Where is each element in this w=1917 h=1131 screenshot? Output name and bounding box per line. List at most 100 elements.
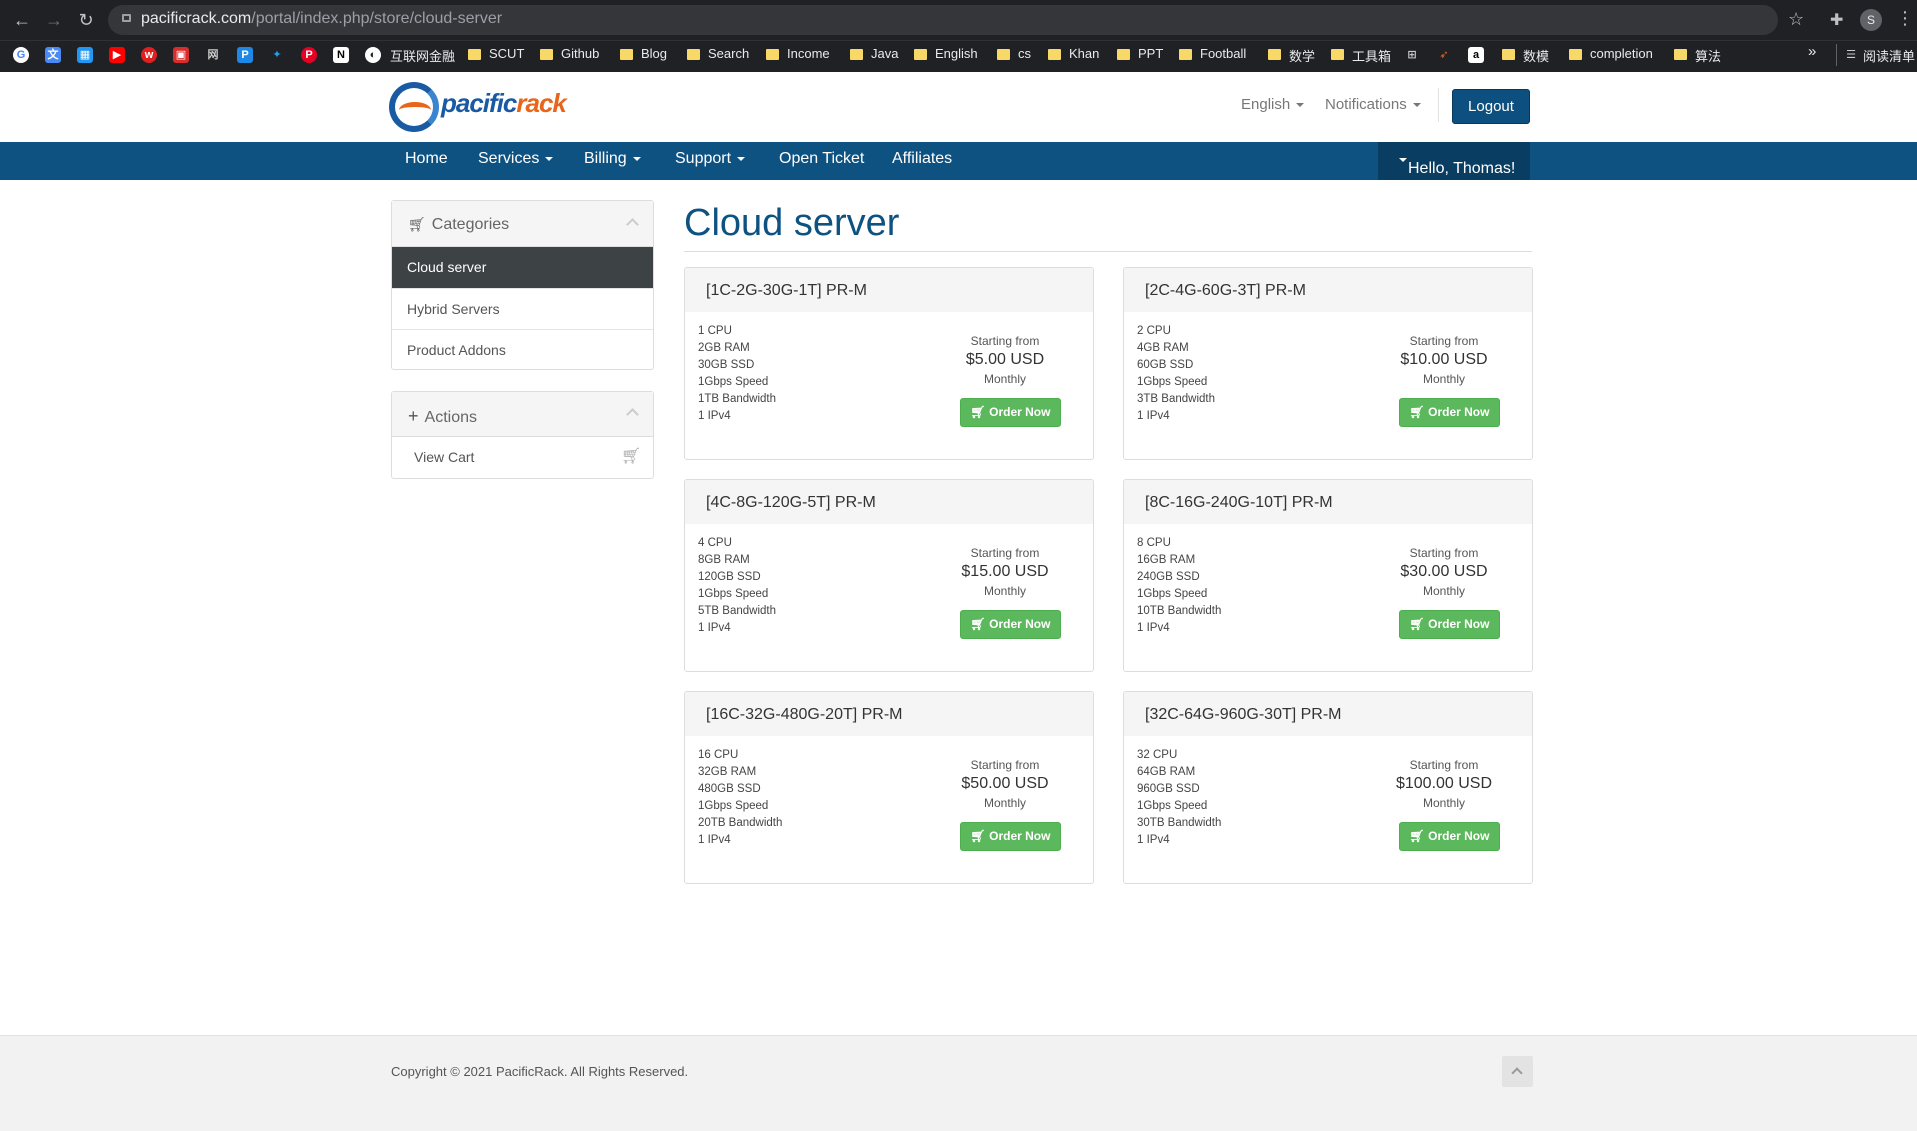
bookmark-item[interactable]: Khan bbox=[1069, 46, 1099, 61]
bookmark-item[interactable]: Income bbox=[787, 46, 830, 61]
order-now-button[interactable]: 🛒︎ Order Now bbox=[1399, 610, 1500, 639]
product-pricing: Starting from $100.00 USD Monthly bbox=[1389, 757, 1499, 812]
view-cart-link[interactable]: View Cart 🛒︎ bbox=[392, 437, 653, 478]
product-specs: 4 CPU 8GB RAM 120GB SSD 1Gbps Speed 5TB Band… bbox=[698, 535, 776, 637]
language-dropdown[interactable]: English bbox=[1241, 96, 1305, 113]
spec-speed: 1Gbps Speed bbox=[1137, 588, 1208, 600]
twitter-icon[interactable]: ✦ bbox=[269, 47, 285, 63]
billing-cycle: Monthly bbox=[983, 372, 1027, 386]
spec-ram: 4GB RAM bbox=[1137, 342, 1189, 354]
bookmark-item[interactable]: English bbox=[935, 46, 978, 61]
order-now-button[interactable]: 🛒︎ Order Now bbox=[1399, 822, 1500, 851]
app-icon[interactable]: ➶ bbox=[1436, 47, 1452, 63]
bookmark-star-icon[interactable]: ☆ bbox=[1788, 9, 1804, 30]
order-now-button[interactable]: 🛒︎ Order Now bbox=[1399, 398, 1500, 427]
product-card: [8C-16G-240G-10T] PR-M 8 CPU 16GB RAM 240G… bbox=[1123, 479, 1533, 672]
bookmark-item[interactable]: SCUT bbox=[489, 46, 524, 61]
reading-list-icon[interactable]: ☰ bbox=[1843, 47, 1859, 63]
profile-avatar[interactable]: S bbox=[1860, 9, 1882, 31]
chevron-up-icon[interactable] bbox=[626, 408, 639, 421]
translate-icon[interactable]: 文 bbox=[45, 47, 61, 63]
spec-ram: 2GB RAM bbox=[698, 342, 750, 354]
weibo-icon[interactable]: w bbox=[141, 47, 157, 63]
bookmark-item[interactable]: 数模 bbox=[1523, 46, 1549, 65]
spec-bandwidth: 1TB Bandwidth bbox=[698, 393, 776, 405]
order-now-label: Order Now bbox=[989, 405, 1051, 419]
cart-icon: 🛒︎ bbox=[621, 448, 642, 465]
spec-cpu: 4 CPU bbox=[698, 537, 732, 549]
category-product-addons[interactable]: Product Addons bbox=[392, 329, 653, 370]
menu-icon[interactable]: ⋮ bbox=[1896, 8, 1914, 29]
spec-ipv4: 1 IPv4 bbox=[1137, 834, 1170, 846]
extensions-icon[interactable]: ✚ bbox=[1830, 10, 1843, 30]
nav-affiliates[interactable]: Affiliates bbox=[892, 150, 952, 168]
category-cloud-server[interactable]: Cloud server bbox=[392, 247, 653, 288]
bookmark-item[interactable]: 互联网金融 bbox=[390, 46, 455, 65]
bookmark-item[interactable]: Search bbox=[708, 46, 749, 61]
zh-app-icon[interactable]: 网 bbox=[205, 47, 221, 63]
product-specs: 1 CPU 2GB RAM 30GB SSD 1Gbps Speed 1TB Bandw… bbox=[698, 323, 776, 425]
bookmark-item[interactable]: 数学 bbox=[1289, 46, 1315, 65]
product-pricing: Starting from $30.00 USD Monthly bbox=[1389, 545, 1499, 600]
globe-icon[interactable]: ◐ bbox=[365, 47, 381, 63]
spec-ipv4: 1 IPv4 bbox=[698, 834, 731, 846]
spec-speed: 1Gbps Speed bbox=[698, 588, 769, 600]
nav-home[interactable]: Home bbox=[405, 150, 448, 168]
bookmark-item[interactable]: PPT bbox=[1138, 46, 1163, 61]
pinterest-icon[interactable]: P bbox=[301, 47, 317, 63]
actions-title: + Actions bbox=[408, 406, 477, 427]
page-title: Cloud server bbox=[684, 202, 900, 244]
bookmark-item[interactable]: Football bbox=[1200, 46, 1246, 61]
nav-billing-label: Billing bbox=[584, 150, 627, 167]
reading-list-label[interactable]: 阅读清单 bbox=[1863, 46, 1915, 65]
nav-support[interactable]: Support bbox=[675, 150, 746, 168]
nav-billing[interactable]: Billing bbox=[584, 150, 641, 168]
calendar-icon[interactable]: ▦ bbox=[77, 47, 93, 63]
folder-icon bbox=[1048, 49, 1061, 60]
product-price: $5.00 USD bbox=[965, 351, 1045, 368]
billing-cycle: Monthly bbox=[1422, 796, 1466, 810]
cart-icon: 🛒︎ bbox=[970, 617, 990, 631]
bookmark-item[interactable]: Blog bbox=[641, 46, 667, 61]
order-now-label: Order Now bbox=[1428, 829, 1490, 843]
bookmark-item[interactable]: Github bbox=[561, 46, 599, 61]
category-label: Product Addons bbox=[407, 342, 506, 358]
folder-icon bbox=[914, 49, 927, 60]
nav-open-ticket[interactable]: Open Ticket bbox=[779, 150, 864, 168]
product-name: [16C-32G-480G-20T] PR-M bbox=[706, 706, 903, 723]
notion-icon[interactable]: N bbox=[333, 47, 349, 63]
actions-panel-header[interactable]: + Actions bbox=[392, 392, 653, 437]
notifications-dropdown[interactable]: Notifications bbox=[1325, 96, 1421, 113]
logout-button[interactable]: Logout bbox=[1452, 89, 1530, 124]
p-app-icon[interactable]: P bbox=[237, 47, 253, 63]
order-now-button[interactable]: 🛒︎ Order Now bbox=[960, 398, 1061, 427]
spec-cpu: 1 CPU bbox=[698, 325, 732, 337]
spec-cpu: 16 CPU bbox=[698, 749, 739, 761]
url-text[interactable]: pacificrack.com/portal/index.php/store/c… bbox=[141, 10, 502, 28]
chevron-up-icon[interactable] bbox=[626, 218, 639, 231]
bookmark-item[interactable]: completion bbox=[1590, 46, 1653, 61]
app-icon[interactable]: ▣ bbox=[173, 47, 189, 63]
cart-icon: 🛒︎ bbox=[1409, 405, 1429, 419]
bookmark-item[interactable]: 工具箱 bbox=[1352, 46, 1391, 65]
bookmark-item[interactable]: cs bbox=[1018, 46, 1031, 61]
youtube-icon[interactable]: ▶ bbox=[109, 47, 125, 63]
user-menu[interactable]: Hello, Thomas! bbox=[1378, 142, 1530, 180]
forward-icon[interactable]: → bbox=[42, 8, 66, 32]
bookmark-item[interactable]: 算法 bbox=[1695, 46, 1721, 65]
nav-services[interactable]: Services bbox=[478, 150, 554, 168]
back-to-top-button[interactable] bbox=[1502, 1056, 1533, 1087]
reload-icon[interactable]: ↻ bbox=[74, 8, 98, 32]
back-icon[interactable]: ← bbox=[10, 8, 34, 32]
category-hybrid-servers[interactable]: Hybrid Servers bbox=[392, 288, 653, 329]
order-now-button[interactable]: 🛒︎ Order Now bbox=[960, 610, 1061, 639]
bookmarks-overflow-button[interactable]: » bbox=[1808, 43, 1816, 60]
categories-title: 🛒︎ Categories bbox=[408, 216, 509, 234]
product-name: [2C-4G-60G-3T] PR-M bbox=[1145, 282, 1306, 299]
bookmark-item[interactable]: Java bbox=[871, 46, 898, 61]
app-icon[interactable]: ⊞ bbox=[1404, 47, 1420, 63]
google-icon[interactable]: G bbox=[13, 47, 29, 63]
order-now-button[interactable]: 🛒︎ Order Now bbox=[960, 822, 1061, 851]
amazon-icon[interactable]: a bbox=[1468, 47, 1484, 63]
categories-panel-header[interactable]: 🛒︎ Categories bbox=[392, 201, 653, 247]
